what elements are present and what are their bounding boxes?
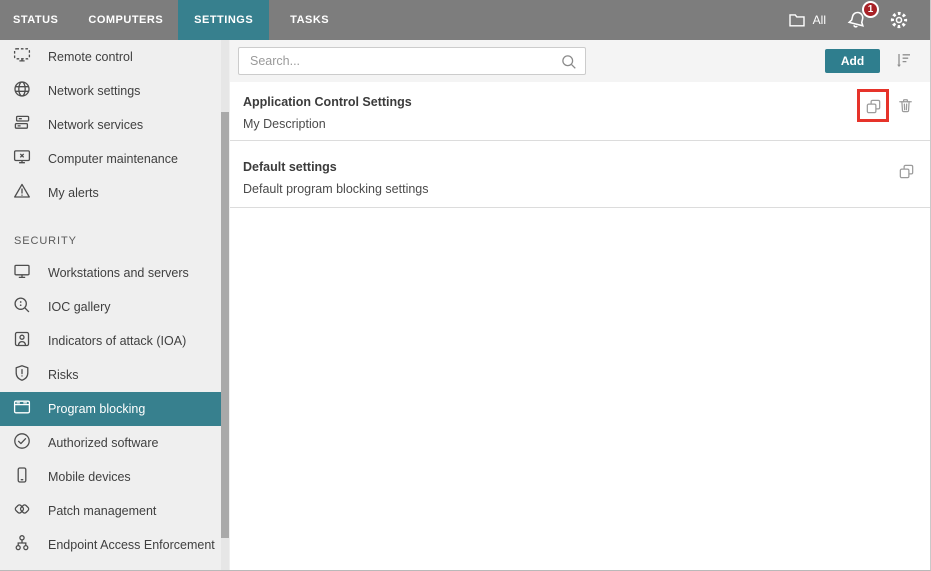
app-window: STATUS COMPUTERS SETTINGS TASKS All 1 Re… [0,0,931,571]
hierarchy-icon [12,533,32,558]
person-card-icon [12,329,32,354]
sidebar-item-indicators-of-attack[interactable]: Indicators of attack (IOA) [0,324,221,358]
sidebar-scrollbar-thumb[interactable] [221,112,229,538]
check-circle-icon [12,431,32,456]
sidebar-item-label: Patch management [48,504,157,518]
settings-gear-button[interactable] [888,9,910,31]
top-nav: STATUS COMPUTERS SETTINGS TASKS All 1 [0,0,930,40]
sidebar-item-my-alerts[interactable]: My alerts [0,176,221,210]
sidebar: Remote control Network settings Network … [0,40,230,570]
notification-badge: 1 [862,1,879,18]
sidebar-item-label: Indicators of attack (IOA) [48,334,187,348]
sidebar-item-label: Network services [48,118,144,132]
sidebar-item-label: My alerts [48,186,99,200]
copy-icon [864,99,883,119]
notifications-button[interactable]: 1 [846,1,879,31]
add-button[interactable]: Add [825,49,880,73]
sidebar-item-mobile-devices[interactable]: Mobile devices [0,460,221,494]
sidebar-item-workstations-and-servers[interactable]: Workstations and servers [0,256,221,290]
monitor-icon [12,261,32,286]
alert-triangle-icon [12,181,32,206]
list-item-title: Application Control Settings [243,95,412,109]
settings-list: Application Control Settings My Descript… [230,82,930,208]
copy-button[interactable] [897,162,916,184]
list-item-application-control-settings[interactable]: Application Control Settings My Descript… [230,82,930,141]
trash-icon [896,99,915,118]
search-icon [560,53,578,76]
copy-button[interactable] [864,97,883,119]
sidebar-item-label: Program blocking [48,402,146,416]
sidebar-item-label: Mobile devices [48,470,131,484]
gear-icon [888,9,910,31]
copy-icon [897,164,916,184]
tab-computers[interactable]: COMPUTERS [73,0,178,40]
sidebar-item-label: Remote control [48,50,133,64]
magnifier-dots-icon [12,295,32,320]
sort-icon [894,54,914,73]
remote-control-icon [12,45,32,70]
folder-icon [787,10,807,30]
sidebar-item-ioc-gallery[interactable]: IOC gallery [0,290,221,324]
sidebar-scrollbar-track[interactable] [221,40,229,570]
sidebar-item-label: IOC gallery [48,300,111,314]
list-item-description: My Description [243,117,326,131]
sidebar-item-label: Endpoint Access Enforcement [48,538,215,552]
sidebar-item-authorized-software[interactable]: Authorized software [0,426,221,460]
sidebar-item-program-blocking[interactable]: Program blocking [0,392,221,426]
sidebar-item-endpoint-access-enforcement[interactable]: Endpoint Access Enforcement [0,528,221,562]
list-item-description: Default program blocking settings [243,182,429,196]
sidebar-item-computer-maintenance[interactable]: Computer maintenance [0,142,221,176]
sort-button[interactable] [893,50,915,72]
tab-status[interactable]: STATUS [0,0,73,40]
monitor-x-icon [12,147,32,172]
globe-icon [12,79,32,104]
sidebar-item-label: Computer maintenance [48,152,178,166]
sidebar-item-label: Authorized software [48,436,159,450]
window-icon [12,397,32,422]
shield-alert-icon [12,363,32,388]
main-content: Add Application Control Settings My Desc… [230,40,930,570]
sidebar-item-remote-control[interactable]: Remote control [0,40,221,74]
tab-settings[interactable]: SETTINGS [178,0,270,40]
sidebar-item-patch-management[interactable]: Patch management [0,494,221,528]
sidebar-item-label: Network settings [48,84,141,98]
list-item-title: Default settings [243,160,337,174]
filter-all-button[interactable]: All [787,10,826,30]
delete-button[interactable] [896,96,915,118]
sidebar-item-label: Workstations and servers [48,266,189,280]
tab-tasks[interactable]: TASKS [275,0,344,40]
sidebar-item-network-services[interactable]: Network services [0,108,221,142]
toolbar: Add [230,40,930,82]
list-item-default-settings[interactable]: Default settings Default program blockin… [230,141,930,208]
sidebar-item-network-settings[interactable]: Network settings [0,74,221,108]
phone-icon [12,465,32,490]
sidebar-item-label: Risks [48,368,79,382]
search-box [238,47,586,75]
servers-icon [12,113,32,138]
patch-icon [12,499,32,524]
nav-right-actions: All 1 [787,0,930,40]
sidebar-section-security: SECURITY [14,235,77,247]
sidebar-item-risks[interactable]: Risks [0,358,221,392]
filter-all-label: All [812,13,826,27]
search-input[interactable] [239,48,585,74]
